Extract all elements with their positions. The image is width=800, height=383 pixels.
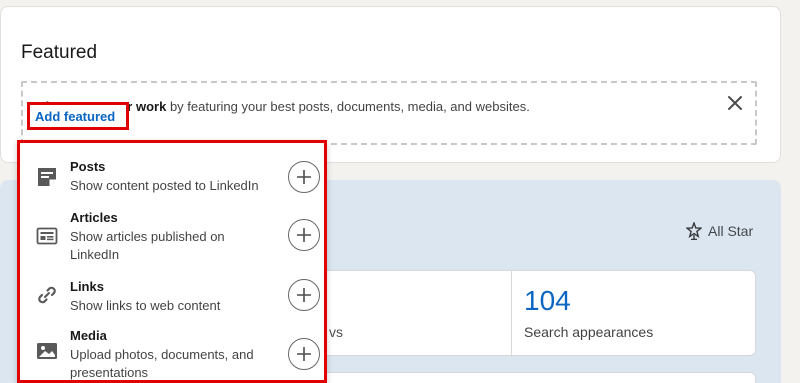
- menu-item-title: Media: [70, 328, 107, 343]
- menu-item-title: Articles: [70, 210, 118, 225]
- add-featured-link[interactable]: Add featured: [27, 102, 129, 130]
- menu-item-title: Posts: [70, 159, 106, 174]
- all-star-badge: All Star: [686, 222, 753, 240]
- media-icon: [37, 343, 57, 359]
- star-icon: [686, 222, 702, 240]
- menu-item-desc: Show articles published on LinkedIn: [70, 229, 225, 262]
- featured-empty-box: Showcase your work by featuring your bes…: [21, 81, 757, 145]
- plus-icon: [297, 170, 311, 184]
- menu-item-links[interactable]: Links Show links to web content: [20, 270, 324, 320]
- menu-item-desc: Show links to web content: [70, 298, 221, 313]
- add-articles-button[interactable]: [288, 219, 320, 251]
- stats-box-bottom: [320, 372, 756, 383]
- link-icon: [38, 286, 56, 304]
- add-featured-dropdown: Posts Show content posted to LinkedIn Ar…: [17, 140, 327, 383]
- add-links-button[interactable]: [288, 279, 320, 311]
- add-media-button[interactable]: [288, 338, 320, 370]
- plus-icon: [297, 347, 311, 361]
- plus-icon: [297, 288, 311, 302]
- stats-divider: [511, 271, 512, 357]
- plus-icon: [297, 228, 311, 242]
- search-appearances-count[interactable]: 104: [524, 285, 571, 317]
- search-appearances-label: Search appearances: [524, 324, 654, 340]
- menu-item-desc: Show content posted to LinkedIn: [70, 178, 259, 193]
- stats-left-label: vs: [329, 324, 343, 340]
- article-icon: [36, 227, 58, 245]
- menu-item-media[interactable]: Media Upload photos, documents, and pres…: [20, 320, 324, 380]
- menu-item-posts[interactable]: Posts Show content posted to LinkedIn: [20, 153, 324, 203]
- menu-item-title: Links: [70, 279, 104, 294]
- add-posts-button[interactable]: [288, 161, 320, 193]
- menu-item-desc: Upload photos, documents, and presentati…: [70, 347, 254, 380]
- post-icon: [38, 168, 56, 186]
- stats-box: vs 104 Search appearances: [320, 270, 756, 357]
- featured-title: Featured: [21, 42, 98, 63]
- showcase-rest: by featuring your best posts, documents,…: [166, 99, 530, 114]
- close-icon[interactable]: [727, 95, 743, 111]
- menu-item-articles[interactable]: Articles Show articles published on Link…: [20, 203, 324, 269]
- all-star-label: All Star: [708, 223, 754, 239]
